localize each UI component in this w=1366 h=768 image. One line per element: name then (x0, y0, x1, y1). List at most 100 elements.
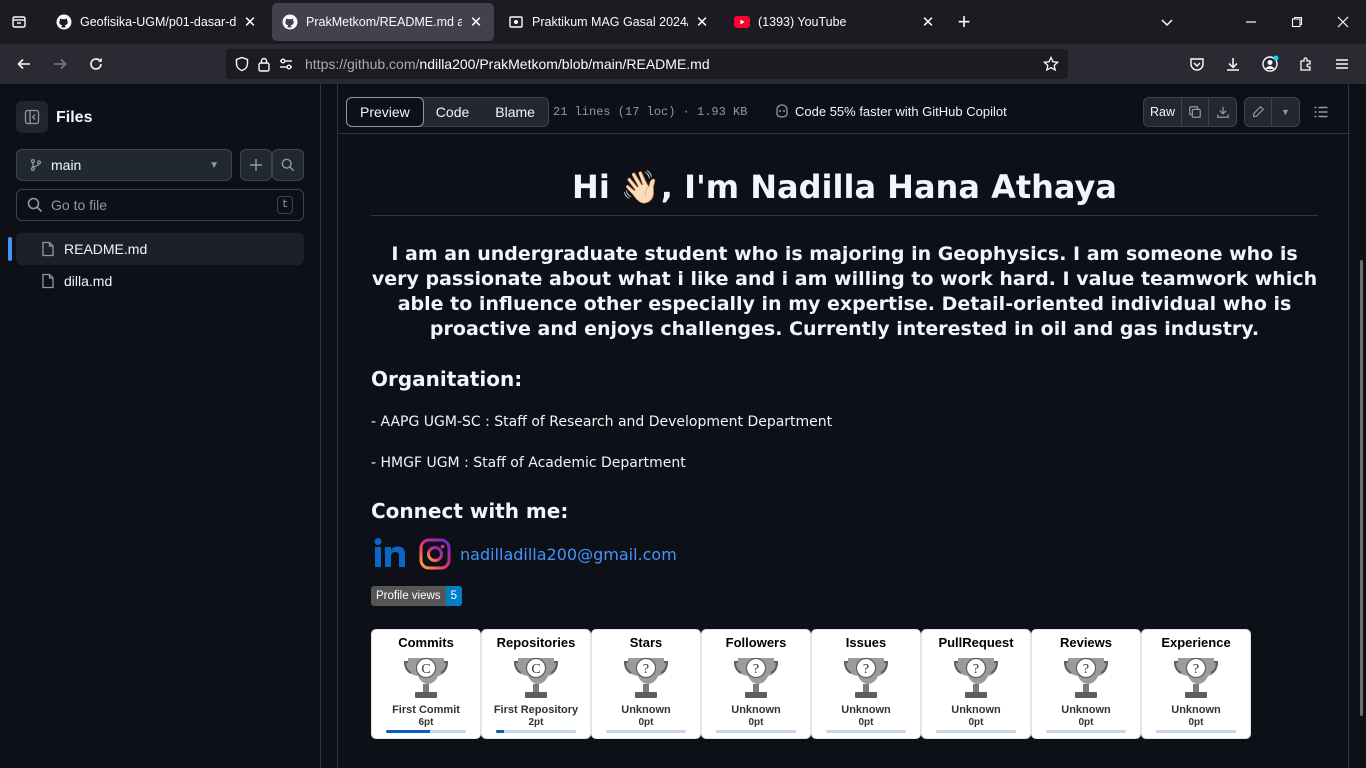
reload-icon[interactable] (83, 52, 109, 76)
trophy-cup-icon: ? (1063, 657, 1109, 698)
close-tab-icon[interactable]: ✕ (468, 14, 484, 31)
linkedin-icon[interactable] (371, 537, 409, 571)
close-tab-icon[interactable]: ✕ (694, 14, 710, 31)
trophy-label: Unknown (621, 704, 671, 716)
add-file-button[interactable] (240, 149, 272, 181)
trophy-card: PullRequest? Unknown 0pt (921, 629, 1031, 739)
sidebar-title: Files (56, 109, 93, 126)
download-icon (1216, 106, 1229, 118)
close-window-icon[interactable] (1330, 10, 1356, 34)
organization-item: - HMGF UGM : Staff of Academic Departmen… (371, 455, 686, 471)
downloads-icon[interactable] (1220, 52, 1246, 76)
trophy-title: Followers (725, 635, 787, 650)
search-icon (27, 197, 43, 213)
trophy-title: Reviews (1059, 635, 1113, 650)
browser-tab[interactable]: (1393) YouTube ✕ (724, 3, 946, 41)
minimize-window-icon[interactable] (1238, 10, 1264, 34)
trophy-title: Experience (1161, 635, 1231, 650)
active-file-indicator (8, 237, 12, 261)
trophy-label: Unknown (1171, 704, 1221, 716)
copilot-promo[interactable]: Code 55% faster with GitHub Copilot (774, 103, 1007, 119)
edit-file-button[interactable] (1245, 98, 1272, 126)
tab-title: (1393) YouTube (758, 15, 847, 29)
trophy-cup-icon: ? (843, 657, 889, 698)
search-code-button[interactable] (272, 149, 304, 181)
url-bar[interactable]: https://github.com/ndilla200/PrakMetkom/… (226, 49, 1068, 79)
bookmark-star-icon[interactable] (1040, 53, 1062, 75)
trophy-progress-fill (386, 730, 430, 733)
trophy-card: Followers? Unknown 0pt (701, 629, 811, 739)
raw-button[interactable]: Raw (1144, 98, 1182, 126)
trophy-rank: C (531, 662, 540, 677)
file-header: Preview Code Blame 21 lines (17 loc) · 1… (338, 89, 1350, 134)
list-all-tabs-chevron-icon[interactable] (1154, 10, 1180, 34)
trophy-progress-bar (386, 730, 466, 733)
trophy-card: Commits C First Commit 6pt (371, 629, 481, 739)
trophy-label: Unknown (951, 704, 1001, 716)
tab-title: Geofisika-UGM/p01-dasar-dasa (80, 15, 236, 29)
trophy-points: 6pt (418, 717, 434, 728)
file-tree-item-dilla[interactable]: dilla.md (16, 265, 304, 297)
trophy-points: 0pt (1078, 717, 1094, 728)
tracking-shield-icon[interactable] (231, 53, 253, 75)
branch-selector[interactable]: main ▼ (16, 149, 232, 181)
hamburger-menu-icon[interactable] (1329, 52, 1355, 76)
slides-icon (508, 14, 524, 30)
file-content-panel: Preview Code Blame 21 lines (17 loc) · 1… (337, 84, 1350, 768)
file-tree-sidebar: Files main ▼ t README.md dilla.md (0, 84, 321, 768)
tab-preview[interactable]: Preview (346, 97, 424, 127)
close-tab-icon[interactable]: ✕ (242, 14, 258, 31)
heading-divider (371, 215, 1318, 216)
trophy-cup-icon: C (403, 657, 449, 698)
organization-item: - AAPG UGM-SC : Staff of Research and De… (371, 414, 833, 430)
collapse-sidebar-button[interactable] (16, 101, 48, 133)
trophy-points: 0pt (638, 717, 654, 728)
trophy-title: Commits (398, 635, 454, 650)
trophy-points: 0pt (1188, 717, 1204, 728)
trophy-label: Unknown (841, 704, 891, 716)
go-to-file-field[interactable]: t (16, 189, 304, 221)
trophy-progress-bar (826, 730, 906, 733)
edit-options-dropdown[interactable]: ▼ (1272, 98, 1299, 126)
browser-tab-active[interactable]: PrakMetkom/README.md at m ✕ (272, 3, 494, 41)
email-link[interactable]: nadilladilla200@gmail.com (460, 545, 677, 564)
copy-raw-button[interactable] (1182, 98, 1209, 126)
page-scrollbar[interactable] (1360, 260, 1363, 716)
trophy-progress-bar (1046, 730, 1126, 733)
browser-tab[interactable]: Geofisika-UGM/p01-dasar-dasa ✕ (46, 3, 268, 41)
tab-blame[interactable]: Blame (482, 98, 548, 126)
download-raw-button[interactable] (1209, 98, 1236, 126)
trophy-cup-icon: ? (623, 657, 669, 698)
readme-title: Hi 👋🏻, I'm Nadilla Hana Athaya (572, 168, 1117, 206)
file-tree-item-readme[interactable]: README.md (16, 233, 304, 265)
outline-button[interactable] (1306, 97, 1336, 127)
back-arrow-icon[interactable] (11, 52, 37, 76)
restore-window-icon[interactable] (1284, 10, 1310, 34)
caret-down-icon: ▼ (1281, 107, 1290, 117)
go-to-file-input[interactable] (51, 197, 277, 213)
account-icon[interactable] (1257, 52, 1283, 76)
forward-arrow-icon[interactable] (47, 52, 73, 76)
trophy-rank: ? (753, 662, 759, 677)
close-tab-icon[interactable]: ✕ (920, 14, 936, 31)
trophy-label: First Commit (392, 704, 460, 716)
edit-button-group: ▼ (1244, 97, 1300, 127)
trophy-points: 0pt (968, 717, 984, 728)
trophy-card: Stars? Unknown 0pt (591, 629, 701, 739)
url-text[interactable]: https://github.com/ndilla200/PrakMetkom/… (305, 56, 1040, 72)
browser-tab-bar: Geofisika-UGM/p01-dasar-dasa ✕ PrakMetko… (0, 0, 1366, 44)
extensions-icon[interactable] (1293, 52, 1319, 76)
permissions-icon[interactable] (275, 53, 297, 75)
trophy-rank: C (421, 662, 430, 677)
lock-icon[interactable] (253, 53, 275, 75)
new-tab-button[interactable]: + (952, 9, 976, 34)
social-links: nadilladilla200@gmail.com (371, 537, 677, 571)
view-mode-switcher: Preview Code Blame (346, 97, 549, 127)
pocket-icon[interactable] (1184, 52, 1210, 76)
instagram-icon[interactable] (419, 538, 451, 570)
trophy-progress-bar (606, 730, 686, 733)
tab-code[interactable]: Code (423, 98, 482, 126)
trophy-title: PullRequest (938, 635, 1014, 650)
firefox-view-button[interactable] (6, 10, 32, 34)
browser-tab[interactable]: Praktikum MAG Gasal 2024/202 ✕ (498, 3, 720, 41)
